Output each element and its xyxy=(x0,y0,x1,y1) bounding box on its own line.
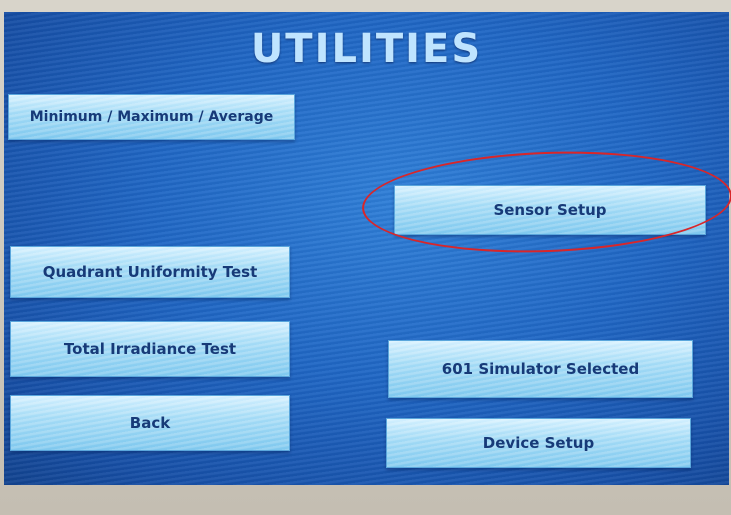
sensor-setup-button[interactable]: Sensor Setup xyxy=(394,185,706,235)
page-title: UTILITIES xyxy=(250,26,483,72)
min-max-average-button[interactable]: Minimum / Maximum / Average xyxy=(8,94,295,140)
device-setup-button[interactable]: Device Setup xyxy=(386,418,691,468)
total-irradiance-test-button[interactable]: Total Irradiance Test xyxy=(10,321,290,377)
simulator-selected-button[interactable]: 601 Simulator Selected xyxy=(388,340,693,398)
quadrant-uniformity-test-button[interactable]: Quadrant Uniformity Test xyxy=(10,246,290,298)
back-button[interactable]: Back xyxy=(10,395,290,451)
